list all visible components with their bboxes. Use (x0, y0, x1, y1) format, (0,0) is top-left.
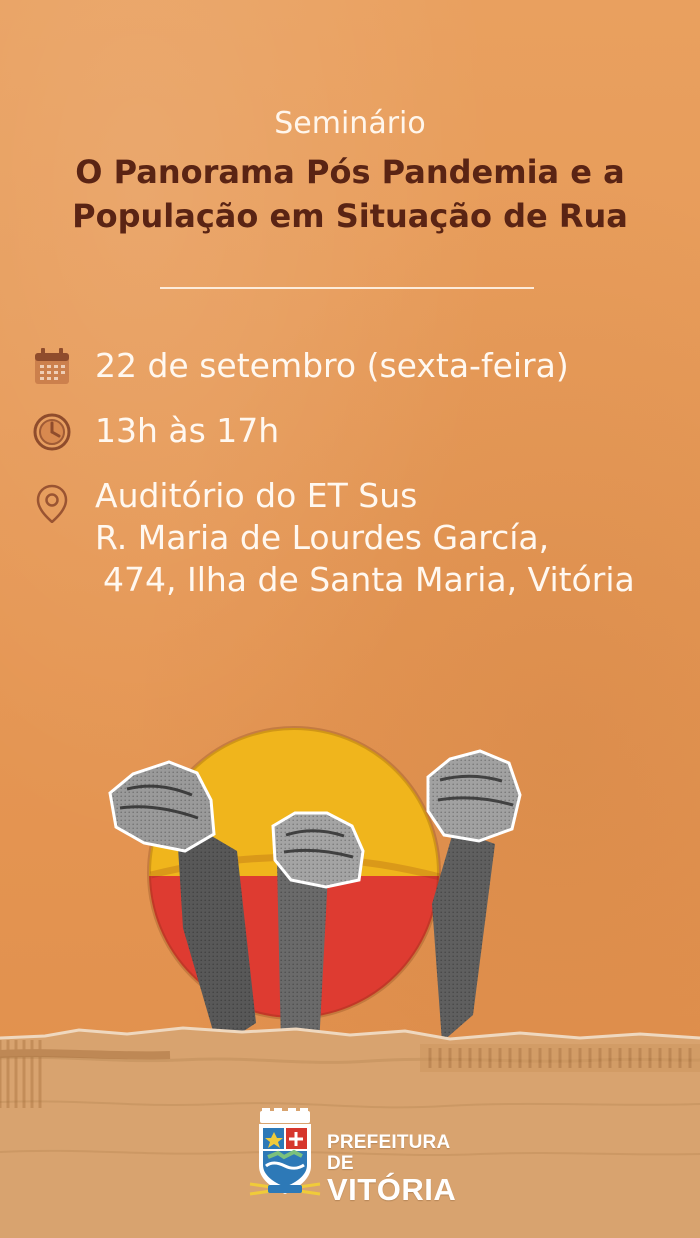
raised-fists-illustration (88, 723, 538, 1053)
event-time: 13h às 17h (95, 411, 280, 450)
right-fist (426, 749, 522, 1042)
event-details: 22 de setembro (sexta-feira) 13h às 17h … (33, 345, 683, 601)
clock-icon (33, 412, 71, 452)
event-title-line-1: O Panorama Pós Pandemia e a (75, 153, 625, 191)
map-pin-icon (33, 483, 71, 523)
city-hall-name-line-2: VITÓRIA (327, 1172, 457, 1207)
location-row: Auditório do ET Sus R. Maria de Lourdes … (33, 475, 683, 601)
date-row: 22 de setembro (sexta-feira) (33, 345, 683, 393)
city-hall-name-line-1: PREFEITURA DE (327, 1132, 450, 1174)
city-hall-logo: PREFEITURA DE VITÓRIA (248, 1108, 468, 1206)
city-hall-name: PREFEITURA DE VITÓRIA (327, 1132, 468, 1206)
header: Seminário O Panorama Pós Pandemia e a Po… (0, 104, 700, 238)
section-divider (160, 287, 534, 289)
venue-name: Auditório do ET Sus (95, 476, 418, 515)
time-row: 13h às 17h (33, 410, 683, 458)
event-title: O Panorama Pós Pandemia e a População em… (0, 150, 700, 238)
event-type: Seminário (274, 106, 426, 141)
municipal-crest-icon (248, 1108, 322, 1198)
event-date: 22 de setembro (sexta-feira) (95, 346, 569, 385)
calendar-icon (33, 347, 71, 387)
city-address: 474, Ilha de Santa Maria, Vitória (103, 560, 635, 599)
street-address: R. Maria de Lourdes García, (95, 518, 550, 557)
event-title-line-2: População em Situação de Rua (72, 197, 628, 235)
